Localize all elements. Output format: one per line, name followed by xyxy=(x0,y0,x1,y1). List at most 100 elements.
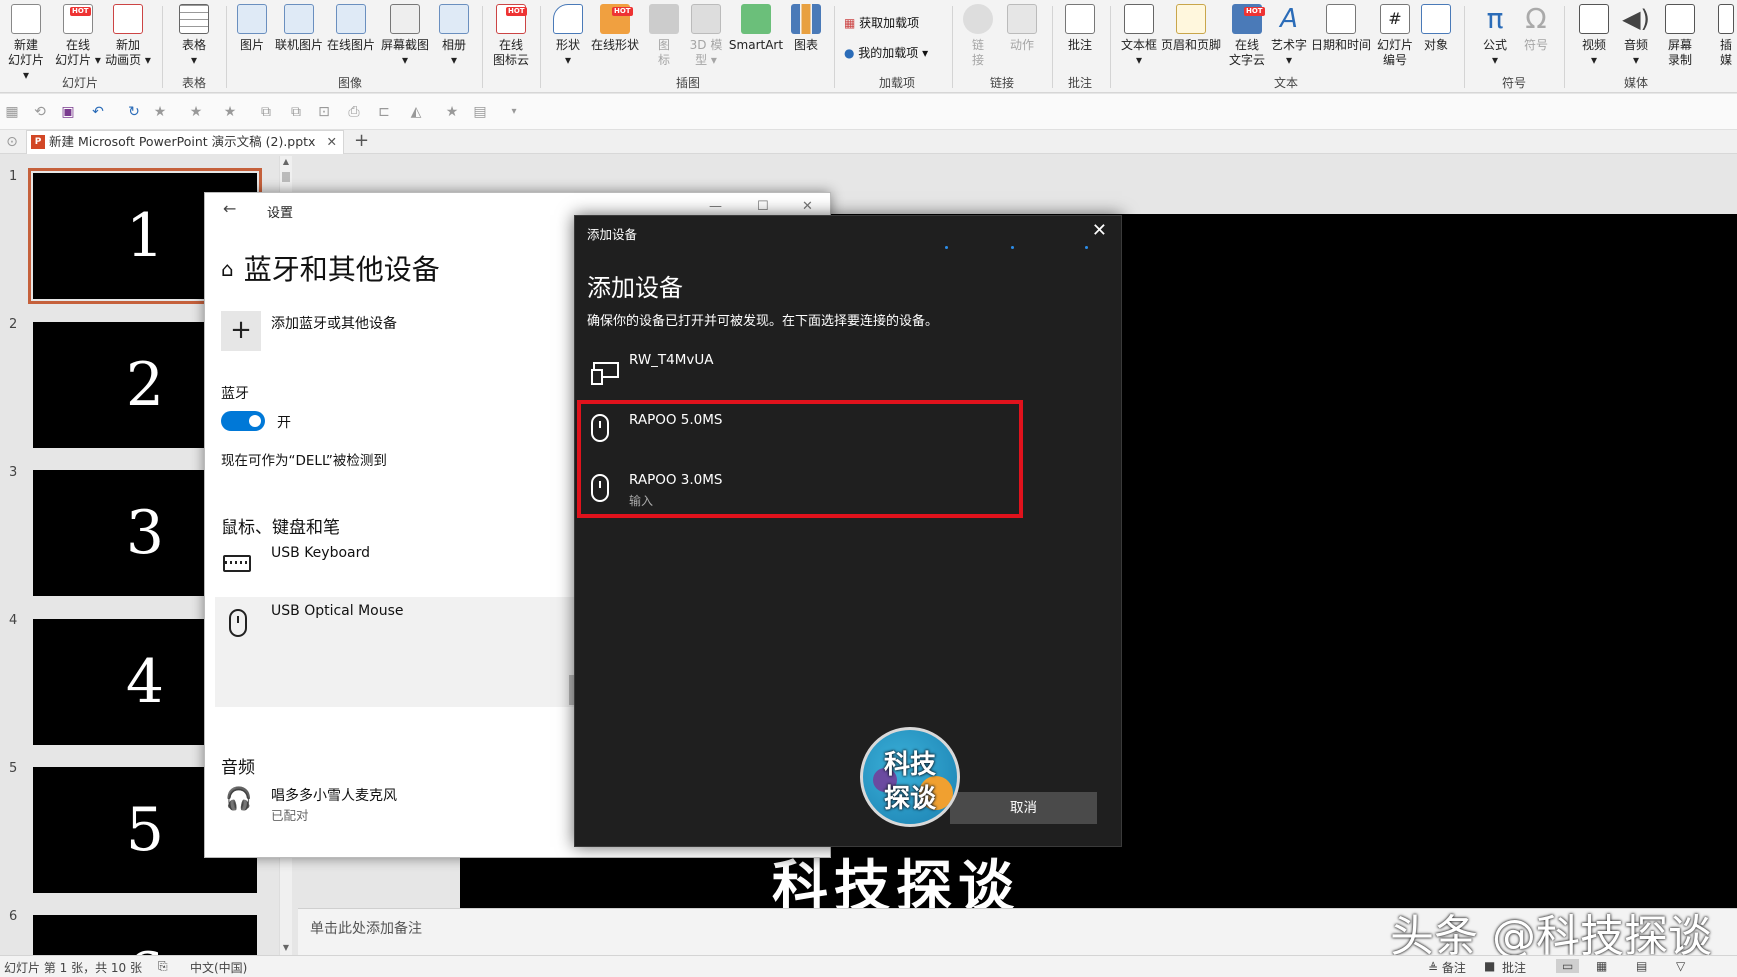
discoverable-text: 现在可作为“DELL”被检测到 xyxy=(221,453,387,469)
refresh-icon[interactable]: ⟲ xyxy=(32,104,48,120)
header-footer-button[interactable]: 页眉和页脚 xyxy=(1160,4,1222,70)
slide-thumbnail[interactable]: 6 xyxy=(33,915,257,955)
device-row-display[interactable]: RW_T4MvUA xyxy=(585,352,1055,385)
copy-icon[interactable]: ⧉ xyxy=(258,104,274,120)
online-picture-button[interactable]: 联机图片 xyxy=(274,4,324,70)
language-indicator[interactable]: 中文(中国) xyxy=(190,959,247,976)
home-icon[interactable]: ⌂ xyxy=(221,257,234,281)
action-button[interactable]: 动作 xyxy=(1000,4,1044,70)
slide-sorter-icon[interactable]: ▦ xyxy=(1596,959,1607,973)
mountain-picture-icon xyxy=(336,4,366,34)
shape-fill-icon[interactable]: ◭ xyxy=(408,104,424,120)
spellcheck-icon[interactable]: ⎘ xyxy=(158,959,168,974)
customize-chevron-icon[interactable]: ▾ xyxy=(506,104,522,120)
close-icon[interactable]: ✕ xyxy=(802,199,813,214)
picture-button[interactable]: 图片 xyxy=(232,4,272,70)
new-animation-page-button[interactable]: 新加 动画页 ▾ xyxy=(104,4,152,70)
online-shapes-button[interactable]: HOT 在线形状 xyxy=(590,4,640,70)
date-time-button[interactable]: 日期和时间 xyxy=(1310,4,1372,70)
scroll-thumb[interactable] xyxy=(282,172,290,182)
group-slides: 幻灯片 xyxy=(61,76,98,90)
reading-view-icon[interactable]: ▤ xyxy=(1636,959,1647,973)
redo-icon[interactable]: ↻ xyxy=(126,104,142,120)
star-icon[interactable]: ★ xyxy=(188,104,204,120)
chart-button[interactable]: 图表 xyxy=(786,4,826,70)
undo-icon[interactable]: ↶ xyxy=(90,104,106,120)
online-icon-cloud-button[interactable]: HOT 在线 图标云 xyxy=(488,4,534,70)
group-icon[interactable]: ⧉ xyxy=(288,104,304,120)
align-icon[interactable]: ⊏ xyxy=(376,104,392,120)
group-text: 文本 xyxy=(1273,76,1298,90)
print-icon[interactable]: ⎙ xyxy=(346,104,362,120)
smartart-button[interactable]: SmartArt xyxy=(728,4,784,70)
screen-record-button[interactable]: 屏幕 录制 xyxy=(1658,4,1702,70)
wordart-icon: A xyxy=(1280,4,1298,34)
table-button[interactable]: 表格 ▾ xyxy=(172,4,216,70)
group-table: 表格 xyxy=(181,76,206,90)
insert-media-icon xyxy=(1718,4,1734,34)
album-button[interactable]: 相册 ▾ xyxy=(434,4,474,70)
slideshow-icon[interactable]: ▽ xyxy=(1676,959,1685,973)
add-device-dialog: 添加设备 ✕ 添加设备 确保你的设备已打开并可被发现。在下面选择要连接的设备。 … xyxy=(574,215,1122,847)
slide-number-button[interactable]: # 幻灯片 编号 xyxy=(1374,4,1416,70)
online-slide-button[interactable]: HOT 在线 幻灯片 ▾ xyxy=(54,4,102,70)
screenshot-button[interactable]: 屏幕截图 ▾ xyxy=(378,4,432,70)
star-icon[interactable]: ★ xyxy=(152,104,168,120)
tab-menu-icon[interactable]: ⊙ xyxy=(4,134,20,150)
new-tab-button[interactable]: + xyxy=(354,130,369,152)
my-addins-button[interactable]: ● 我的加载项 ▾ xyxy=(844,44,928,61)
textbox-button[interactable]: 文本框 ▾ xyxy=(1116,4,1162,70)
dialog-close-icon[interactable]: ✕ xyxy=(1092,220,1107,241)
link-button[interactable]: 链 接 xyxy=(958,4,998,70)
bluetooth-toggle[interactable] xyxy=(221,411,265,431)
table-icon xyxy=(179,4,209,34)
online-word-cloud-button[interactable]: HOT 在线 文字云 xyxy=(1224,4,1270,70)
maximize-icon[interactable]: ☐ xyxy=(757,199,769,214)
save-icon[interactable]: ▣ xyxy=(60,104,76,120)
scroll-up-icon[interactable]: ▲ xyxy=(280,156,292,168)
equation-button[interactable]: π 公式 ▾ xyxy=(1474,4,1516,70)
divider xyxy=(482,6,483,88)
video-icon xyxy=(1579,4,1609,34)
star-icon[interactable]: ★ xyxy=(222,104,238,120)
comments-icon[interactable]: ■ xyxy=(1484,959,1495,973)
new-slide-button[interactable]: 新建 幻灯片 ▾ xyxy=(4,4,48,82)
close-tab-icon[interactable]: ✕ xyxy=(327,131,337,153)
progress-dot xyxy=(1011,246,1014,249)
shapes-button[interactable]: 形状 ▾ xyxy=(548,4,588,70)
cancel-button[interactable]: 取消 xyxy=(950,792,1097,824)
3d-models-button[interactable]: 3D 模 型 ▾ xyxy=(686,4,726,70)
notes-toggle-button[interactable]: ≜ 备注 xyxy=(1428,959,1466,976)
document-tab[interactable]: P 新建 Microsoft PowerPoint 演示文稿 (2).pptx … xyxy=(26,130,344,154)
web-picture-button[interactable]: 在线图片 xyxy=(326,4,376,70)
symbol-button[interactable]: Ω 符号 xyxy=(1516,4,1556,70)
progress-dot xyxy=(1085,246,1088,249)
icons-icon xyxy=(649,4,679,34)
powerpoint-icon: P xyxy=(31,135,45,149)
audio-button[interactable]: ◀) 音频 ▾ xyxy=(1616,4,1656,70)
minimize-icon[interactable]: — xyxy=(709,199,722,214)
comments-button[interactable]: 批注 xyxy=(1502,959,1526,976)
thumb-number: 4 xyxy=(9,613,18,628)
layout-icon[interactable]: ▦ xyxy=(4,104,20,120)
comment-button[interactable]: 批注 xyxy=(1058,4,1102,70)
divider xyxy=(834,6,835,88)
insert-media-button[interactable]: 插 媒 xyxy=(1716,4,1736,70)
add-device-button[interactable]: + xyxy=(221,311,261,351)
slide-count: 幻灯片 第 1 张，共 10 张 xyxy=(4,961,142,975)
icons-button[interactable]: 图 标 xyxy=(644,4,684,70)
group-illustrations: 插图 xyxy=(675,76,700,90)
wordart-button[interactable]: A 艺术字 ▾ xyxy=(1268,4,1310,70)
add-device-label[interactable]: 添加蓝牙或其他设备 xyxy=(271,313,397,333)
divider xyxy=(952,6,953,88)
star-icon[interactable]: ★ xyxy=(444,104,460,120)
object-button[interactable]: 对象 xyxy=(1416,4,1456,70)
video-button[interactable]: 视频 ▾ xyxy=(1572,4,1616,70)
back-arrow-icon[interactable]: ← xyxy=(223,199,236,218)
table-style-icon[interactable]: ▤ xyxy=(468,104,492,120)
scroll-down-icon[interactable]: ▼ xyxy=(280,942,292,954)
normal-view-icon[interactable]: ▭ xyxy=(1556,959,1580,973)
new-slide-icon xyxy=(11,4,41,34)
crop-icon[interactable]: ⊡ xyxy=(316,104,332,120)
get-addins-button[interactable]: ▦ 获取加载项 xyxy=(844,14,919,31)
